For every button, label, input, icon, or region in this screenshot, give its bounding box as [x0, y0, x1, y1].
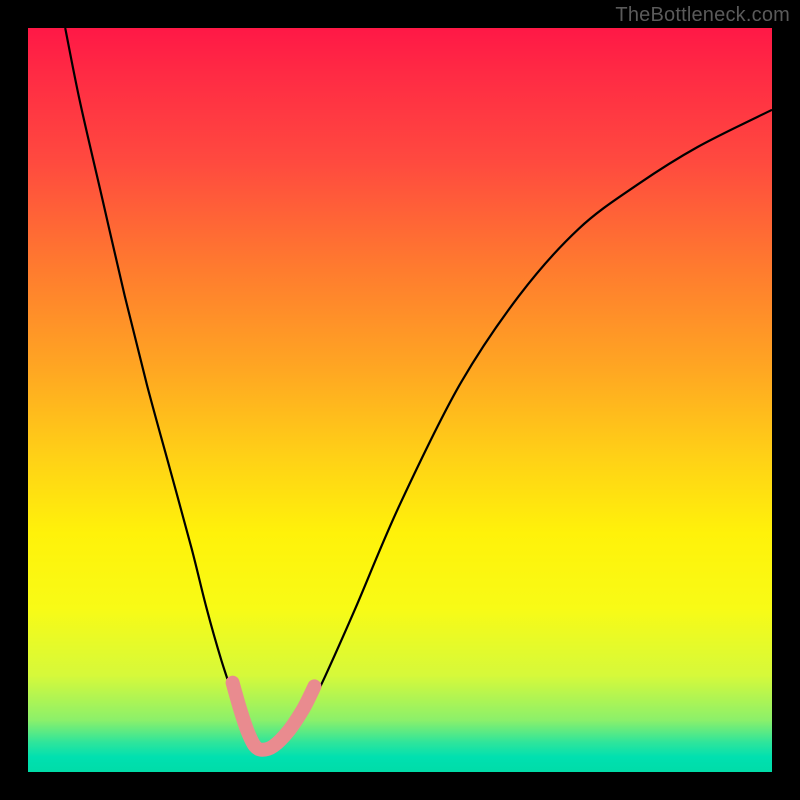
plot-area [28, 28, 772, 772]
marker-band [233, 683, 315, 750]
bottleneck-curve [65, 28, 772, 753]
curve-layer [28, 28, 772, 772]
watermark-text: TheBottleneck.com [615, 4, 790, 27]
chart-frame: TheBottleneck.com [0, 0, 800, 800]
